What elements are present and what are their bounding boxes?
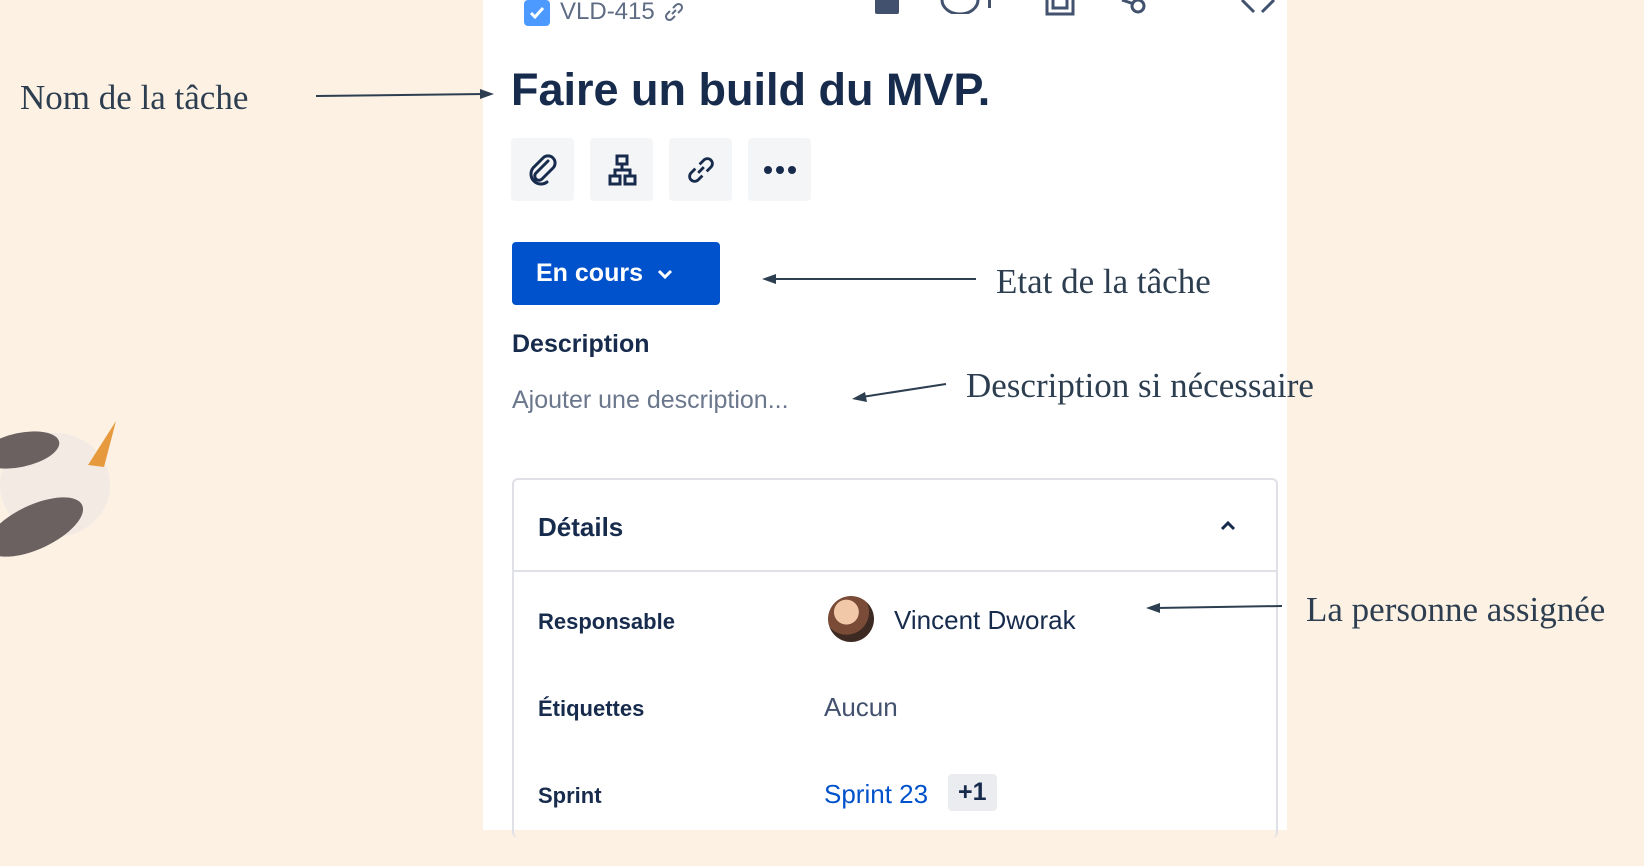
status-dropdown[interactable]: En cours [512,242,720,305]
annotation-assignee: La personne assignée [1306,590,1606,629]
chevron-down-icon [657,269,673,279]
details-divider [514,570,1276,572]
arrow-task-status [762,274,976,284]
link-icon [687,156,714,183]
description-heading: Description [512,330,650,358]
sprint-label: Sprint [538,783,602,808]
copy-icon[interactable] [1043,0,1077,18]
details-heading: Détails [538,512,624,542]
arrow-task-name [316,89,494,99]
labels-value[interactable]: Aucun [824,692,898,723]
issue-type-icon [524,0,550,26]
chevron-up-icon[interactable] [1218,518,1238,532]
issue-link-icon[interactable] [662,0,686,24]
close-icon[interactable] [1240,0,1276,16]
watch-icon[interactable] [940,0,996,14]
attach-button[interactable] [511,138,574,201]
child-issues-button[interactable] [590,138,653,201]
arrow-description [852,383,947,402]
issue-title[interactable]: Faire un build du MVP. [511,64,990,116]
bookmark-icon[interactable] [873,0,901,16]
assignee-value[interactable]: Vincent Dworak [894,605,1076,636]
link-issue-button[interactable] [669,138,732,201]
issue-key-link[interactable]: VLD-415 [560,0,655,26]
sprint-link[interactable]: Sprint 23 [824,779,928,810]
assignee-label: Responsable [538,609,675,634]
arrow-assignee [1146,603,1283,613]
child-issues-icon [608,154,636,185]
description-input[interactable]: Ajouter une description... [512,386,789,415]
annotation-description: Description si nécessaire [966,366,1314,405]
annotation-task-name: Nom de la tâche [20,78,249,117]
attach-icon [529,153,557,185]
sprint-extra-badge[interactable]: +1 [948,774,997,811]
share-icon[interactable] [1120,0,1154,16]
more-icon [763,165,796,174]
bird-illustration [0,421,116,557]
more-button[interactable] [748,138,811,201]
avatar [828,596,874,642]
annotation-task-status: Etat de la tâche [996,262,1211,301]
status-label: En cours [536,259,643,287]
labels-label: Étiquettes [538,696,645,721]
